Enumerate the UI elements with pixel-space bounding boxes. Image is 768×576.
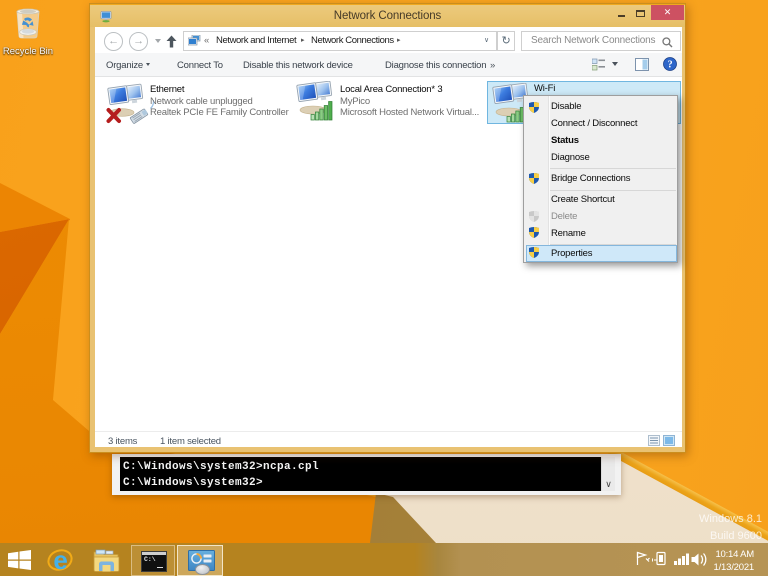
svg-text:?: ? [668,60,673,71]
svg-text:e: e [53,547,67,573]
